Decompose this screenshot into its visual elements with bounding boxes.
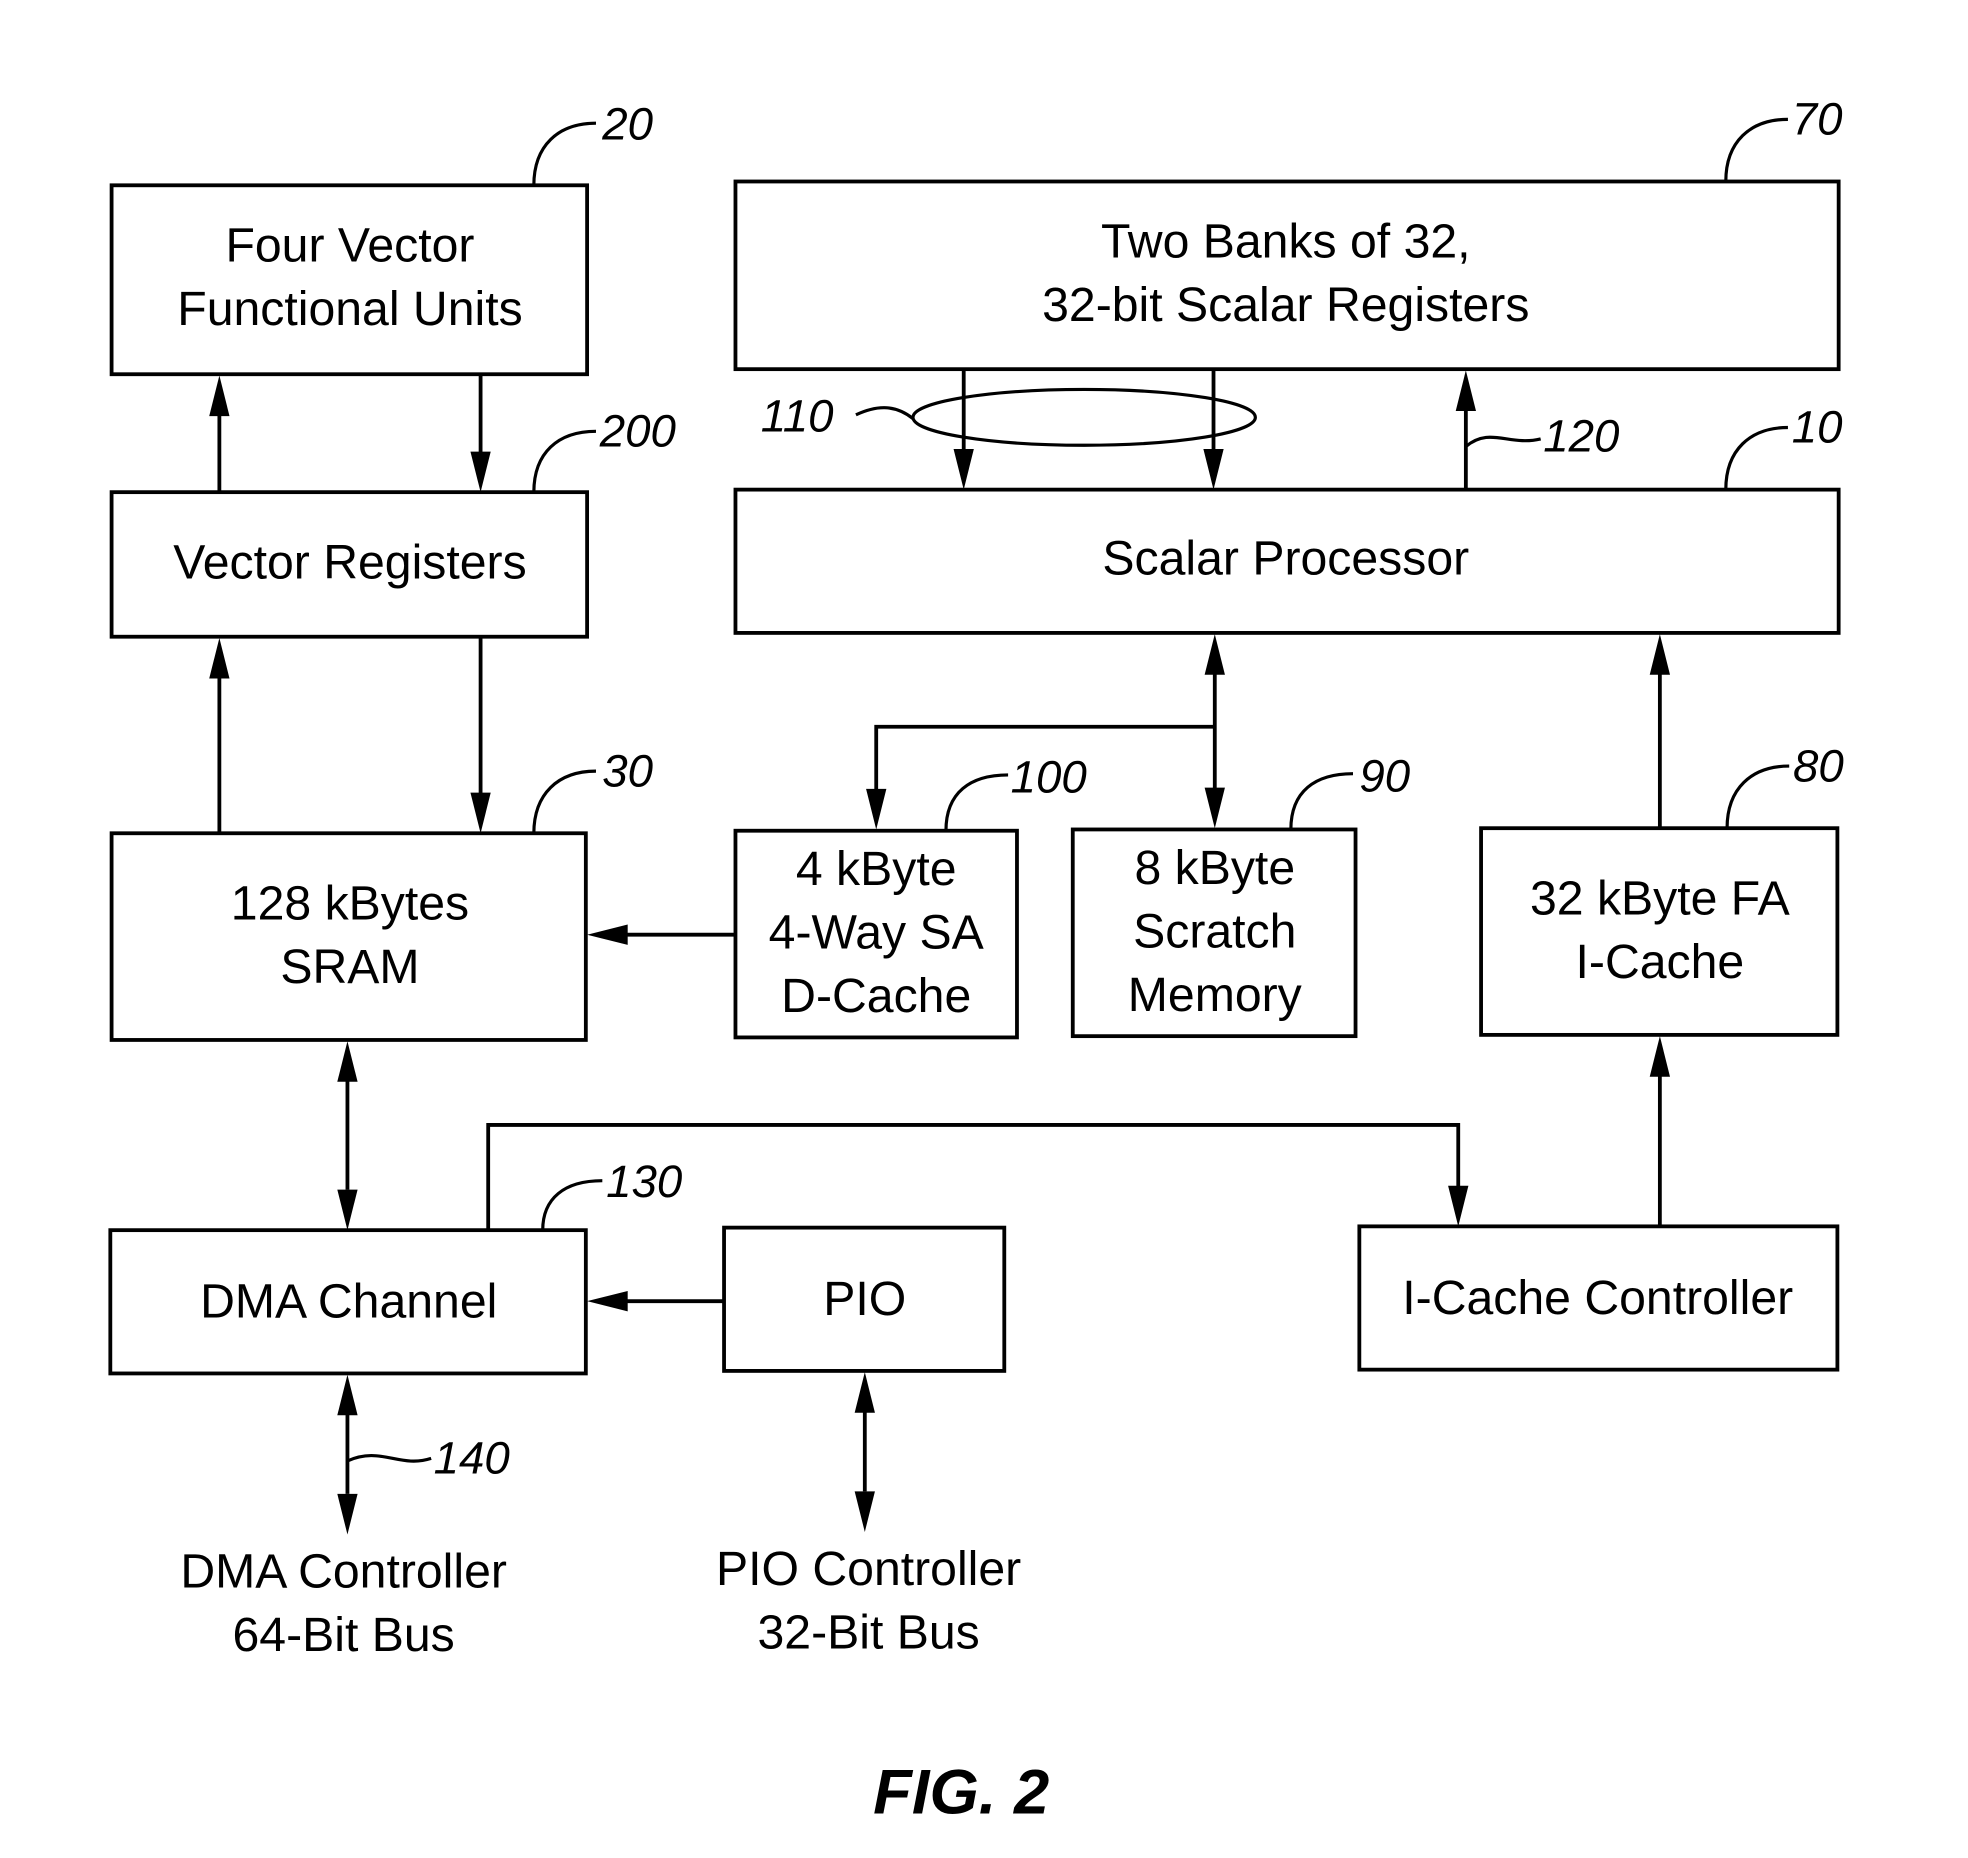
block-scratch-memory: 8 kByte Scratch Memory: [1070, 827, 1358, 1039]
block-scalar-processor: Scalar Processor: [733, 487, 1841, 635]
pio-controller-label: PIO Controller: [716, 1542, 1021, 1596]
block-label: Scalar Processor: [1102, 532, 1469, 586]
block-label: 32-bit Scalar Registers: [1042, 278, 1529, 332]
ref-110: 110: [761, 390, 834, 441]
ref-100: 100: [1011, 752, 1087, 803]
block-sram: 128 kBytes SRAM: [109, 831, 588, 1042]
block-label: PIO: [823, 1272, 906, 1326]
block-label: Two Banks of 32,: [1101, 215, 1471, 269]
block-label: 4-Way SA: [769, 906, 985, 960]
block-four-vector-functional-units: Four Vector Functional Units: [109, 183, 590, 377]
figure-caption: FIG. 2: [873, 1757, 1049, 1827]
block-label: SRAM: [280, 940, 419, 994]
ref-140: 140: [434, 1433, 510, 1484]
dma-controller-bus-label: 64-Bit Bus: [233, 1608, 455, 1662]
block-d-cache: 4 kByte 4-Way SA D-Cache: [733, 828, 1019, 1040]
block-i-cache: 32 kByte FA I-Cache: [1479, 826, 1840, 1037]
block-label: Vector Registers: [173, 535, 526, 589]
ref-10: 10: [1792, 402, 1843, 453]
block-label: I-Cache Controller: [1402, 1271, 1793, 1325]
block-label: Memory: [1128, 968, 1302, 1022]
block-label: D-Cache: [781, 969, 971, 1023]
ref-200: 200: [599, 406, 676, 457]
ref-70: 70: [1792, 94, 1843, 145]
ref-20: 20: [601, 99, 653, 150]
block-vector-registers: Vector Registers: [109, 490, 590, 639]
block-label: 32 kByte FA: [1530, 871, 1791, 925]
block-label: 4 kByte: [796, 842, 957, 896]
block-label: Scratch: [1133, 904, 1296, 958]
block-pio: PIO: [722, 1225, 1007, 1373]
dma-controller-label: DMA Controller: [180, 1545, 507, 1599]
block-i-cache-controller: I-Cache Controller: [1357, 1224, 1840, 1372]
block-label: Four Vector: [225, 218, 474, 272]
ref-120: 120: [1543, 411, 1619, 462]
block-dma-channel: DMA Channel: [108, 1228, 588, 1376]
ref-90: 90: [1359, 750, 1410, 801]
block-label: 8 kByte: [1134, 841, 1295, 895]
ref-130: 130: [606, 1156, 682, 1207]
ref-80: 80: [1793, 740, 1844, 791]
pio-controller-bus-label: 32-Bit Bus: [757, 1606, 979, 1660]
block-label: DMA Channel: [200, 1275, 497, 1329]
block-label: 128 kBytes: [231, 876, 469, 930]
block-diagram: Four Vector Functional Units Vector Regi…: [108, 94, 1844, 1827]
block-scalar-registers: Two Banks of 32, 32-bit Scalar Registers: [733, 179, 1841, 372]
block-label: I-Cache: [1576, 935, 1745, 989]
block-label: Functional Units: [177, 282, 522, 336]
ref-30: 30: [602, 745, 653, 796]
